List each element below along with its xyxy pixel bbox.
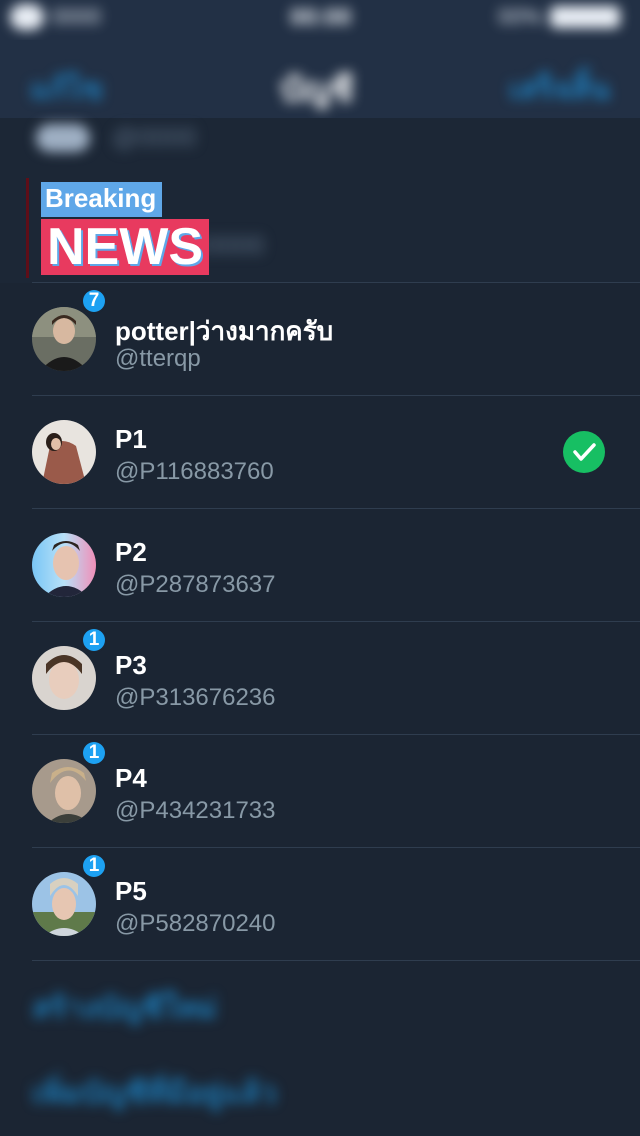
divider <box>32 960 640 961</box>
account-row-p1[interactable]: P1 @P116883760 <box>0 396 640 508</box>
unread-badge: 1 <box>83 629 105 651</box>
avatar <box>32 420 96 484</box>
nav-bar: แก้ไข บัญชี เสร็จสิ้น <box>0 40 640 130</box>
signal-icon <box>10 4 44 30</box>
breaking-label: Breaking <box>41 182 163 217</box>
account-row-p5[interactable]: 1 P5 @P582870240 <box>0 848 640 960</box>
add-existing-account-link[interactable]: เพิ่มบัญชีที่มีอยู่แล้ว <box>32 1070 276 1117</box>
selected-account <box>563 431 605 473</box>
news-label: NEWS <box>41 219 209 275</box>
account-handle: @P116883760 <box>115 458 274 485</box>
account-handle: @tterqp <box>115 345 201 372</box>
page-title: บัญชี <box>280 71 354 109</box>
account-row-p3[interactable]: 1 P3 @P313676236 <box>0 622 640 734</box>
unread-badge: 7 <box>83 290 105 312</box>
avatar <box>32 759 96 823</box>
account-row-p2[interactable]: P2 @P287873637 <box>0 509 640 621</box>
account-handle: @P313676236 <box>115 684 276 711</box>
check-icon <box>573 443 596 461</box>
account-name: P4 <box>115 763 147 793</box>
account-handle: @P287873637 <box>115 571 276 598</box>
account-name: P1 <box>115 424 147 454</box>
blurred-pill <box>36 124 90 152</box>
carrier-label: 0000 <box>52 4 101 29</box>
blurred-text-1: @0000 <box>112 122 197 152</box>
account-name: P2 <box>115 537 147 567</box>
account-handle: @P582870240 <box>115 910 276 937</box>
done-button[interactable]: เสร็จสิ้น <box>509 66 610 113</box>
account-name: P3 <box>115 650 147 680</box>
account-row-potter[interactable]: 7 potter|ว่างมากครับ @tterqp <box>0 283 640 395</box>
edit-button[interactable]: แก้ไข <box>30 66 103 113</box>
avatar <box>32 872 96 936</box>
avatar <box>32 533 96 597</box>
status-bar: 0000 00:00 00% <box>0 0 640 40</box>
breaking-news-overlay: Breaking NEWS <box>26 178 229 278</box>
battery-percent: 00% <box>497 4 542 29</box>
battery-icon <box>550 6 620 28</box>
status-time: 00:00 <box>290 4 352 31</box>
unread-badge: 1 <box>83 855 105 877</box>
avatar <box>32 646 96 710</box>
avatar <box>32 307 96 371</box>
account-name: P5 <box>115 876 147 906</box>
create-account-link[interactable]: สร้างบัญชีใหม่ <box>32 985 217 1032</box>
account-handle: @P434231733 <box>115 797 276 824</box>
account-row-p4[interactable]: 1 P4 @P434231733 <box>0 735 640 847</box>
unread-badge: 1 <box>83 742 105 764</box>
